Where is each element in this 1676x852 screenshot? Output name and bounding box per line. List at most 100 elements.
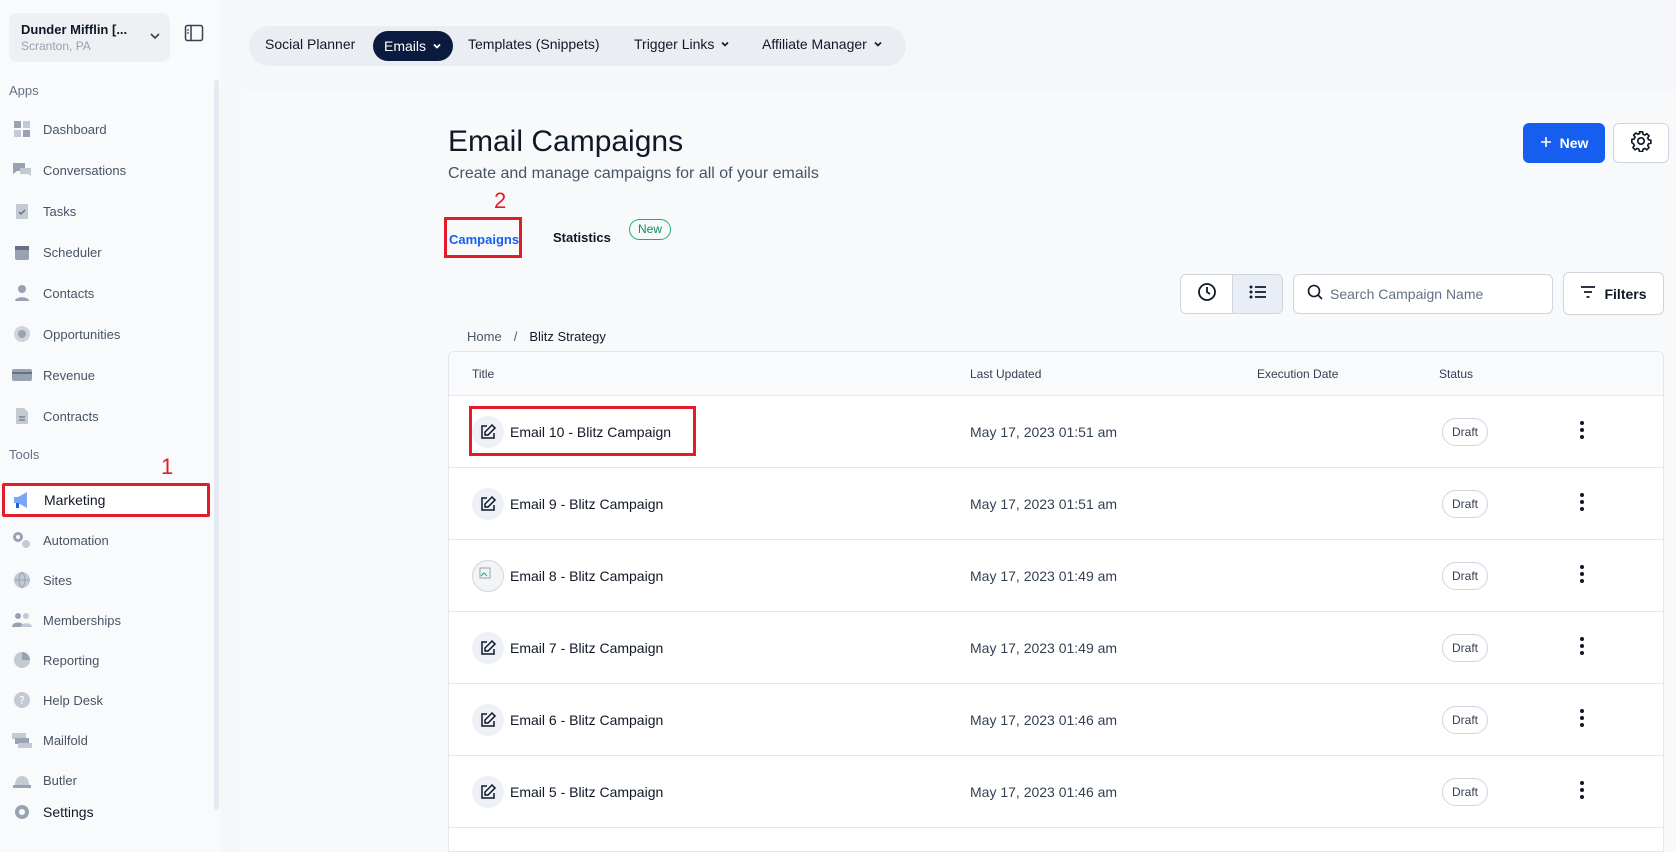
search-input[interactable] [1330, 286, 1540, 302]
sidebar-item-label: Tasks [43, 203, 77, 219]
column-title: Title [472, 367, 495, 381]
campaign-title-link[interactable]: Email 6 - Blitz Campaign [472, 702, 663, 738]
sidebar-item-contacts[interactable]: Contacts [12, 276, 208, 310]
filters-button[interactable]: Filters [1563, 272, 1664, 315]
sidebar-item-conversations[interactable]: Conversations [12, 153, 208, 187]
users-icon [12, 610, 32, 630]
sidebar-item-tasks[interactable]: Tasks [12, 194, 208, 228]
last-updated: May 17, 2023 01:46 am [970, 784, 1118, 800]
tab-statistics[interactable]: Statistics [553, 230, 611, 245]
campaign-title-link[interactable]: Email 9 - Blitz Campaign [472, 486, 663, 522]
column-last-updated: Last Updated [970, 367, 1042, 381]
campaign-title-link[interactable]: Email 8 - Blitz Campaign [472, 558, 663, 594]
sidebar-item-label: Sites [43, 572, 72, 588]
more-vertical-icon[interactable] [1579, 420, 1585, 445]
sidebar-scrollbar[interactable] [214, 80, 219, 810]
sidebar-item-label: Contacts [43, 285, 95, 301]
sidebar-item-label: Contracts [43, 408, 99, 424]
annotation-1: 1 [161, 454, 174, 479]
clipboard-icon [12, 201, 32, 221]
page-subtitle: Create and manage campaigns for all of y… [448, 165, 819, 182]
tab-templates[interactable]: Templates (Snippets) [468, 36, 600, 52]
table-row[interactable]: Email 9 - Blitz Campaign May 17, 2023 01… [449, 468, 1663, 540]
sidebar-item-label: Automation [43, 532, 109, 548]
target-icon [12, 324, 32, 344]
last-updated: May 17, 2023 01:51 am [970, 424, 1118, 440]
sidebar-item-memberships[interactable]: Memberships [12, 603, 208, 637]
sidebar-item-mailfold[interactable]: Mailfold [12, 723, 208, 757]
sidebar-item-revenue[interactable]: Revenue [12, 358, 208, 392]
table-row[interactable]: Email 5 - Blitz Campaign May 17, 2023 01… [449, 756, 1663, 828]
last-updated: May 17, 2023 01:51 am [970, 496, 1118, 512]
campaign-title: Email 9 - Blitz Campaign [510, 496, 664, 512]
edit-icon [472, 704, 504, 736]
card-icon [12, 365, 32, 385]
tab-emails[interactable]: Emails [373, 31, 454, 61]
sidebar-item-label: Settings [43, 804, 94, 820]
more-vertical-icon[interactable] [1579, 636, 1585, 661]
recent-view-button[interactable] [1181, 275, 1232, 313]
sidebar-item-contracts[interactable]: Contracts [12, 399, 208, 433]
sidebar-item-label: Revenue [43, 367, 96, 383]
campaign-title-link[interactable]: Email 7 - Blitz Campaign [472, 630, 663, 666]
tab-label: Affiliate Manager [762, 36, 867, 52]
tools-section-label: Tools [9, 447, 40, 462]
breadcrumb-current: Blitz Strategy [529, 329, 606, 344]
sidebar-item-marketing[interactable]: Marketing [2, 483, 210, 517]
sidebar-item-settings[interactable]: Settings [12, 795, 208, 829]
sidebar-item-automation[interactable]: Automation [12, 523, 208, 557]
new-campaign-button[interactable]: New [1523, 123, 1605, 163]
chevron-down-icon [432, 38, 442, 54]
table-header: Title Last Updated Execution Date Status [449, 352, 1663, 396]
sidebar-item-help-desk[interactable]: ? Help Desk [12, 683, 208, 717]
sidebar-item-label: Opportunities [43, 326, 121, 342]
breadcrumb-separator: / [513, 329, 518, 344]
gear-icon [12, 802, 32, 822]
breadcrumb-home[interactable]: Home [467, 329, 502, 344]
more-vertical-icon[interactable] [1579, 780, 1585, 805]
mail-stack-icon [12, 730, 32, 750]
list-view-button[interactable] [1232, 275, 1282, 313]
apps-section-label: Apps [9, 83, 39, 98]
sidebar-collapse-icon[interactable] [184, 24, 204, 47]
megaphone-icon [13, 490, 33, 510]
table-row[interactable]: Email 6 - Blitz Campaign May 17, 2023 01… [449, 684, 1663, 756]
sidebar-item-scheduler[interactable]: Scheduler [12, 235, 208, 269]
edit-icon [472, 776, 504, 808]
broken-image-icon [472, 560, 504, 592]
table-row[interactable]: Email 8 - Blitz Campaign May 17, 2023 01… [449, 540, 1663, 612]
document-icon [12, 406, 32, 426]
gears-icon [12, 530, 32, 550]
tab-affiliate-manager[interactable]: Affiliate Manager [762, 36, 883, 52]
sidebar-item-butler[interactable]: Butler [12, 763, 208, 797]
account-switcher[interactable]: Dunder Mifflin [... Scranton, PA [9, 13, 170, 62]
tab-social-planner[interactable]: Social Planner [265, 36, 355, 52]
status-badge: Draft [1442, 778, 1488, 806]
sidebar-item-label: Reporting [43, 652, 100, 668]
edit-icon [472, 488, 504, 520]
dashboard-icon [12, 119, 32, 139]
status-badge: Draft [1442, 706, 1488, 734]
table-row[interactable]: Email 7 - Blitz Campaign May 17, 2023 01… [449, 612, 1663, 684]
settings-button[interactable] [1613, 123, 1669, 163]
more-vertical-icon[interactable] [1579, 564, 1585, 589]
more-vertical-icon[interactable] [1579, 708, 1585, 733]
clock-icon [1197, 282, 1217, 307]
sidebar-item-label: Mailfold [43, 732, 88, 748]
view-toggle [1180, 274, 1283, 314]
more-vertical-icon[interactable] [1579, 492, 1585, 517]
campaign-title-link[interactable]: Email 5 - Blitz Campaign [472, 774, 663, 810]
tab-trigger-links[interactable]: Trigger Links [634, 36, 730, 52]
sidebar-item-dashboard[interactable]: Dashboard [12, 112, 208, 146]
sidebar-item-opportunities[interactable]: Opportunities [12, 317, 208, 351]
sidebar-item-sites[interactable]: Sites [12, 563, 208, 597]
sidebar-item-reporting[interactable]: Reporting [12, 643, 208, 677]
tab-label: Campaigns [449, 232, 520, 247]
svg-text:?: ? [19, 694, 25, 707]
status-badge: Draft [1442, 562, 1488, 590]
tab-campaigns[interactable]: Campaigns [444, 217, 522, 258]
list-icon [1249, 284, 1267, 305]
globe-icon [12, 570, 32, 590]
bell-icon [12, 770, 32, 790]
chevron-down-icon [148, 29, 162, 48]
